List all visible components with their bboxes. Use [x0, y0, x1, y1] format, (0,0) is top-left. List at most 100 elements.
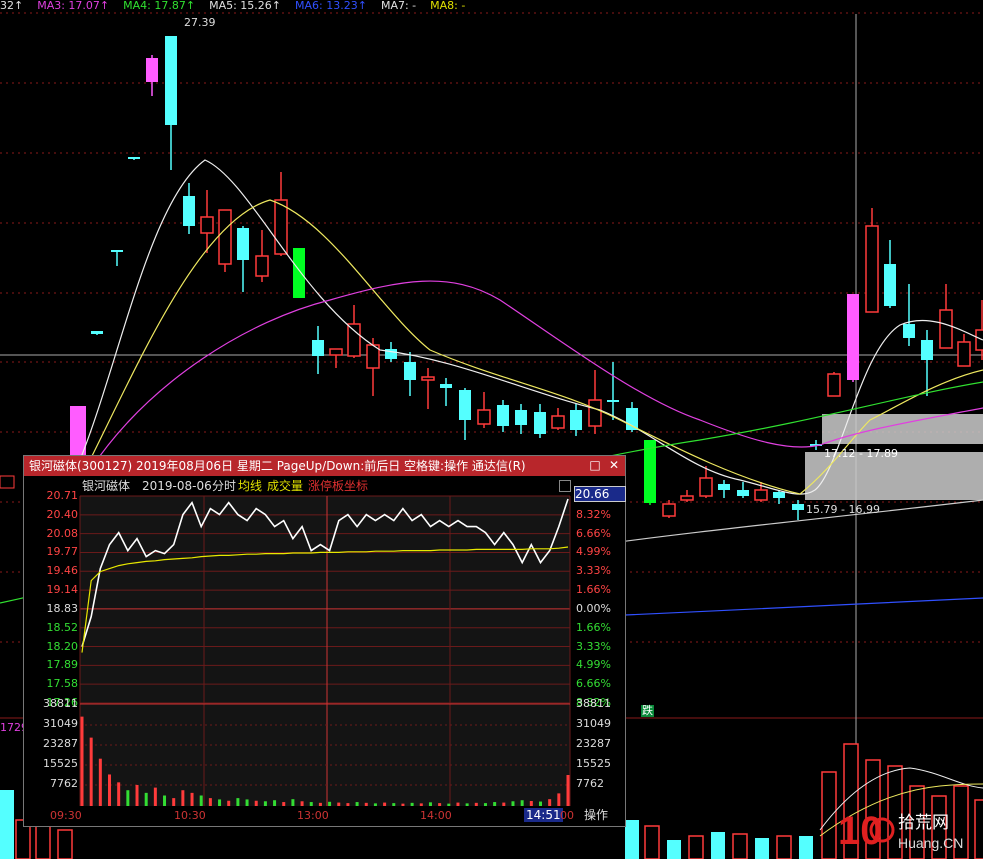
candle-13 — [329, 348, 343, 368]
ma-indicator-5: MA7: - — [380, 0, 417, 12]
volume-panel-bg — [80, 704, 570, 806]
volume-label-left-4: 7762 — [50, 777, 78, 790]
time-label-1030: 10:30 — [174, 809, 206, 822]
volume-bar-4 — [625, 820, 639, 859]
volume-bar-6 — [667, 840, 681, 859]
candle-43 — [884, 240, 896, 308]
percent-label-7: 3.33% — [576, 639, 611, 653]
candle-47 — [957, 334, 971, 367]
svg-text:Huang.CN: Huang.CN — [898, 835, 963, 851]
ma-indicator-4: MA6: 13.23↑ — [295, 0, 367, 12]
candle-25 — [551, 408, 565, 430]
price-panel-bg — [80, 496, 570, 703]
volume-label-left-0: 38811 — [43, 697, 78, 710]
candle-14 — [347, 305, 361, 358]
price-label-0: 20.71 — [46, 489, 79, 502]
high-price-label: 27.39 — [184, 16, 216, 29]
price-label-10: 17.58 — [46, 677, 79, 691]
candle-11 — [293, 248, 305, 298]
candle-15 — [366, 338, 380, 396]
candle-0 — [111, 250, 123, 266]
svg-text:拾荒网: 拾荒网 — [898, 813, 949, 833]
candle-23 — [515, 404, 527, 434]
volume-label-left-3: 15525 — [43, 757, 78, 770]
volume-label-left-1: 31049 — [43, 717, 78, 730]
percent-label-0: 8.32% — [576, 507, 611, 521]
percent-label-9: 6.66% — [576, 677, 611, 691]
percent-label-5: 0.00% — [576, 601, 611, 615]
volume-label-left-2: 23287 — [43, 737, 78, 750]
candle-40 — [827, 372, 841, 397]
ma-indicator-2: MA4: 17.87↑ — [123, 0, 196, 12]
candle-21 — [477, 392, 491, 428]
intraday-popup[interactable]: 银河磁体(300127) 2019年08月06日 星期二 PageUp/Down… — [23, 455, 626, 827]
percent-label-2: 4.99% — [576, 545, 611, 559]
candle-41 — [847, 294, 859, 382]
candle-left-edge — [0, 475, 15, 489]
price-label-8: 18.20 — [46, 639, 79, 653]
candle-27 — [588, 370, 602, 434]
candle-7 — [218, 209, 232, 272]
volume-bar-7 — [688, 835, 704, 859]
volume-bar-9 — [732, 833, 748, 859]
candle-18 — [421, 368, 435, 409]
candle-45 — [921, 330, 933, 396]
candle-1 — [91, 331, 103, 335]
candle-26 — [570, 404, 582, 436]
volume-bar-5 — [644, 825, 660, 859]
watermark-logo: 10 拾荒网 Huang.CN — [838, 809, 963, 853]
range-label: 17.12 - 17.89 — [824, 447, 898, 460]
ma-indicator-1: MA3: 17.07↑ — [37, 0, 110, 12]
candle-28 — [607, 362, 619, 420]
candle-2 — [128, 157, 140, 160]
intraday-chart — [79, 495, 571, 806]
volume-bar-10 — [755, 838, 769, 859]
candle-10 — [274, 172, 288, 256]
cursor-time-box: 14:51 — [524, 808, 563, 822]
operate-button[interactable]: 操作 — [584, 809, 608, 821]
candle-12 — [312, 326, 324, 374]
volume-bar-11 — [776, 835, 792, 859]
svg-text:10: 10 — [838, 809, 883, 853]
percent-label-3: 3.33% — [576, 564, 611, 578]
time-label-0930: 09:30 — [50, 809, 82, 822]
volume-label-right-2: 23287 — [576, 737, 611, 750]
time-label-1400: 14:00 — [420, 809, 452, 822]
candle-24 — [534, 404, 546, 438]
cursor-time-suffix: 00 — [560, 809, 574, 822]
percent-label-4: 1.66% — [576, 583, 611, 597]
ma-indicator-bar: 32↑ MA3: 17.07↑ MA4: 17.87↑ MA5: 15.26↑ MA6:… — [0, 0, 479, 12]
candle-32 — [680, 490, 694, 502]
candle-9 — [255, 230, 269, 282]
candle-38 — [792, 500, 804, 520]
candle-42 — [865, 208, 879, 313]
ma-indicator-0: 32↑ — [0, 0, 24, 12]
price-label-5: 19.14 — [46, 583, 79, 597]
candle-17 — [404, 352, 416, 396]
volume-bar-3 — [57, 829, 73, 859]
candle-5 — [183, 183, 195, 234]
candle-22 — [497, 400, 509, 432]
price-label-9: 17.89 — [46, 658, 79, 672]
time-label-1300: 13:00 — [297, 809, 329, 822]
ma-indicator-6: MA8: - — [430, 0, 466, 12]
candle-35 — [737, 482, 749, 498]
volume-label-right-0: 38811 — [576, 697, 611, 710]
price-label-6: 18.83 — [46, 601, 79, 615]
candle-34 — [718, 480, 730, 498]
volume-bar-0 — [0, 790, 14, 859]
volume-bar-13 — [821, 771, 837, 859]
candle-19 — [440, 378, 452, 406]
candle-31 — [662, 500, 676, 518]
volume-bar-8 — [711, 832, 725, 859]
price-label-7: 18.52 — [46, 620, 79, 634]
percent-label-8: 4.99% — [576, 658, 611, 672]
range-box-top — [822, 414, 983, 444]
ma-indicator-3: MA5: 15.26↑ — [209, 0, 282, 12]
volume-bar-12 — [799, 836, 813, 859]
percent-label-6: 1.66% — [576, 620, 611, 634]
candle-left-pink — [70, 406, 86, 456]
candle-4 — [165, 36, 177, 170]
candle-46 — [939, 284, 953, 349]
volume-label-right-4: 7762 — [576, 777, 604, 790]
